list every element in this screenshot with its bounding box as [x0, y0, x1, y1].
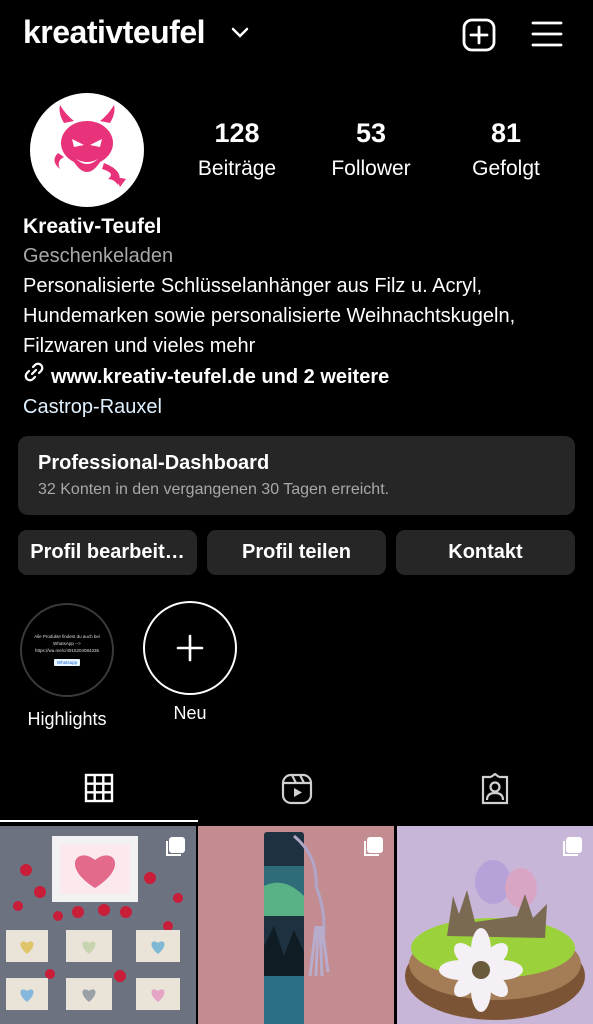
bio-line: Hundemarken sowie personalisierte Weihna… [23, 305, 516, 327]
posts-count: 128 [214, 118, 260, 148]
username[interactable]: kreativteufel [23, 14, 206, 51]
tab-posts[interactable] [0, 760, 198, 822]
add-post-icon[interactable] [462, 18, 496, 52]
tagged-icon [479, 772, 511, 810]
following-label: Gefolgt [472, 157, 540, 180]
edit-profile-button[interactable]: Profil bearbeit… [18, 530, 197, 575]
share-profile-button[interactable]: Profil teilen [207, 530, 386, 575]
post-thumbnail[interactable] [397, 826, 593, 1024]
avatar[interactable] [30, 93, 144, 207]
highlight-thumb-text: https://wa.me/c/4915204084336 [34, 648, 100, 653]
tab-tagged[interactable] [396, 760, 593, 822]
chevron-down-icon[interactable] [231, 26, 249, 44]
followers-label: Follower [331, 157, 411, 180]
tab-reels[interactable] [198, 760, 396, 822]
grid-icon [84, 773, 114, 808]
followers-stat[interactable]: 53 Follower [306, 118, 436, 181]
dashboard-title: Professional-Dashboard [38, 452, 270, 474]
highlight-thumb-text: Alle Produkte findest du auch bei [34, 634, 100, 639]
bio-line: Personalisierte Schlüsselanhänger aus Fi… [23, 275, 483, 297]
devil-logo-icon [54, 105, 126, 187]
multiple-images-icon [561, 836, 583, 863]
following-count: 81 [490, 118, 522, 148]
post-thumbnail[interactable] [198, 826, 394, 1024]
dashboard-subtitle: 32 Konten in den vergangenen 30 Tagen er… [38, 481, 390, 498]
new-highlight-button[interactable]: Neu [140, 601, 240, 724]
highlight-item[interactable]: Alle Produkte findest du auch bei WhatsA… [17, 603, 117, 730]
posts-label: Beiträge [197, 157, 277, 180]
professional-dashboard[interactable]: Professional-Dashboard 32 Konten in den … [18, 436, 575, 515]
highlight-thumb-text: WhatsApp --> [53, 641, 81, 646]
link-icon [23, 361, 45, 392]
highlight-thumb-button: Whatsapp [53, 659, 81, 666]
category-label: Geschenkeladen [23, 245, 174, 267]
website-link[interactable]: www.kreativ-teufel.de und 2 weitere [23, 361, 583, 392]
bio-section: Kreativ-Teufel Geschenkeladen Personalis… [23, 213, 583, 422]
post-thumbnail[interactable] [0, 826, 196, 1024]
highlight-label: Highlights [27, 709, 107, 729]
multiple-images-icon [164, 836, 186, 863]
post-grid [0, 826, 593, 1024]
top-bar: kreativteufel [0, 0, 593, 70]
website-link-text: www.kreativ-teufel.de und 2 weitere [51, 365, 390, 388]
display-name: Kreativ-Teufel [23, 215, 162, 238]
profile-tabs [0, 760, 593, 822]
posts-stat[interactable]: 128 Beiträge [172, 118, 302, 181]
bio-line: Filzwaren und vieles mehr [23, 335, 256, 357]
highlight-label: Neu [173, 703, 207, 723]
multiple-images-icon [362, 836, 384, 863]
plus-icon [143, 601, 237, 695]
followers-count: 53 [355, 118, 387, 148]
highlight-cover: Alle Produkte findest du auch bei WhatsA… [20, 603, 114, 697]
contact-button[interactable]: Kontakt [396, 530, 575, 575]
following-stat[interactable]: 81 Gefolgt [441, 118, 571, 181]
reels-icon [281, 773, 313, 810]
location-link[interactable]: Castrop-Rauxel [23, 392, 583, 422]
menu-icon[interactable] [531, 20, 563, 48]
